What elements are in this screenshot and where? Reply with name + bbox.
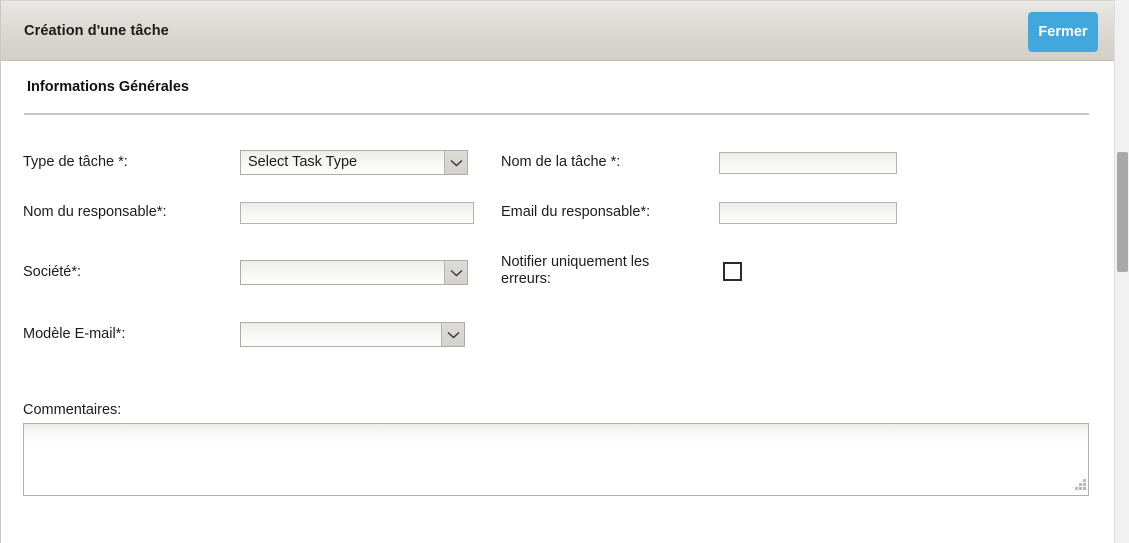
form-row-1: Type de tâche *: Select Task Type Nom de… (1, 150, 1114, 180)
task-type-select-value: Select Task Type (248, 154, 358, 170)
label-notify-errors-line2: erreurs: (501, 271, 551, 287)
manager-name-input[interactable] (240, 202, 474, 224)
dialog-titlebar: Création d'une tâche Fermer (1, 1, 1114, 61)
comments-textarea[interactable] (23, 423, 1089, 496)
chevron-down-icon[interactable] (441, 323, 464, 346)
chevron-down-icon[interactable] (444, 261, 467, 284)
label-task-name: Nom de la tâche *: (501, 154, 621, 170)
dialog-body: Informations Générales Type de tâche *: … (1, 62, 1114, 543)
label-company: Société*: (23, 264, 82, 280)
task-creation-dialog: Création d'une tâche Fermer Informations… (0, 0, 1129, 543)
form-row-3: Société*: Notifier uniquement les erreur… (1, 254, 1114, 304)
label-manager-email: Email du responsable*: (501, 204, 651, 220)
section-divider (24, 113, 1089, 115)
chevron-down-icon[interactable] (444, 151, 467, 174)
section-heading-informations-generales: Informations Générales (27, 79, 189, 95)
company-select-value (248, 261, 439, 284)
task-name-input[interactable] (719, 152, 897, 174)
form-row-4: Modèle E-mail*: (1, 320, 1114, 350)
company-select[interactable] (240, 260, 468, 285)
label-task-type: Type de tâche *: (23, 154, 128, 170)
close-button[interactable]: Fermer (1028, 12, 1098, 52)
label-notify-errors-only: Notifier uniquement les erreurs: (501, 254, 691, 288)
email-template-select[interactable] (240, 322, 465, 347)
task-type-select[interactable]: Select Task Type (240, 150, 468, 175)
manager-email-input[interactable] (719, 202, 897, 224)
label-manager-name: Nom du responsable*: (23, 204, 167, 220)
email-template-select-value (248, 323, 436, 346)
label-comments: Commentaires: (23, 402, 122, 418)
vertical-scrollbar[interactable] (1114, 0, 1129, 543)
notify-errors-only-checkbox[interactable] (723, 262, 742, 281)
scrollbar-thumb[interactable] (1117, 152, 1128, 272)
label-email-template: Modèle E-mail*: (23, 326, 126, 342)
form-row-2: Nom du responsable*: Email du responsabl… (1, 200, 1114, 230)
label-notify-errors-line1: Notifier uniquement les (501, 254, 650, 270)
dialog-title: Création d'une tâche (24, 23, 169, 39)
